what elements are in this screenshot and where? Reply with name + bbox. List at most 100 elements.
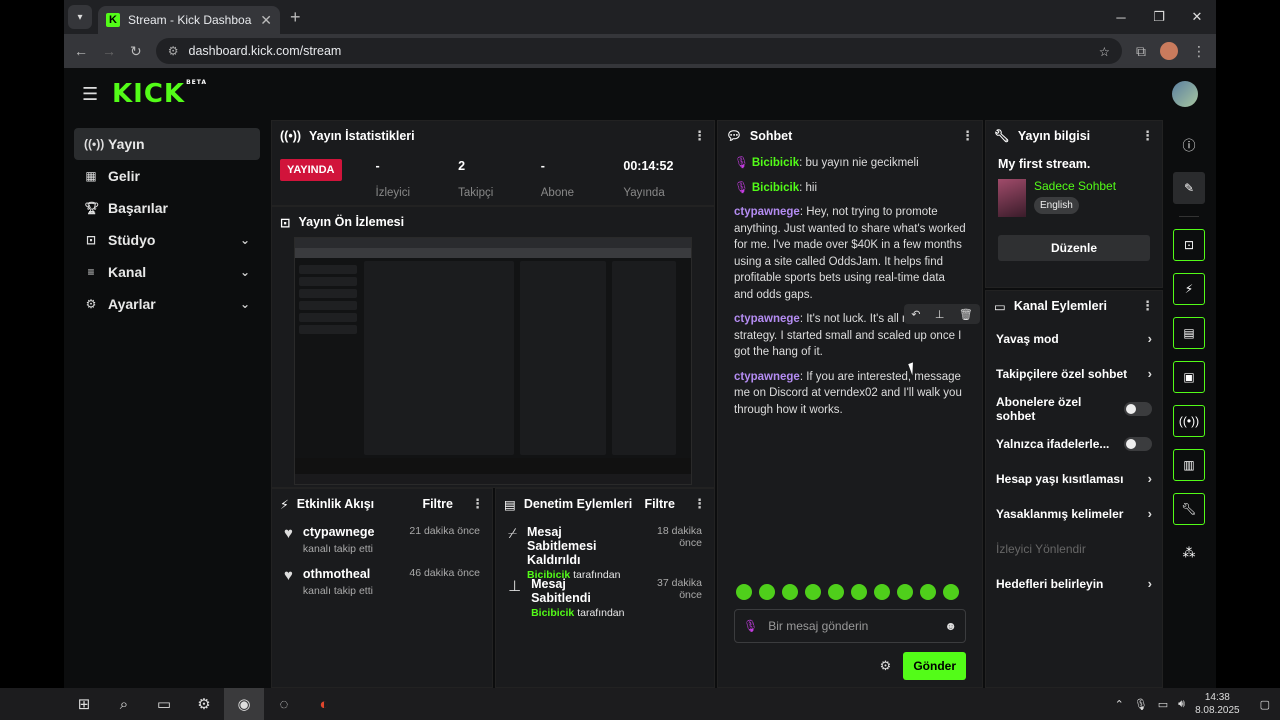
emote-icon[interactable] [828, 584, 844, 600]
layout-icon[interactable]: ▥ [1173, 449, 1205, 481]
profile-avatar[interactable] [1160, 42, 1178, 60]
emotes-only-toggle[interactable] [1124, 436, 1152, 451]
trash-icon[interactable]: 🗑︎ [959, 308, 973, 321]
document-icon[interactable]: ▤ [1173, 317, 1205, 349]
emote-icon[interactable] [874, 584, 890, 600]
more-options-icon[interactable]: ⋮ [693, 128, 706, 144]
chrome-icon[interactable]: ◉ [224, 688, 264, 720]
site-info-icon[interactable]: ⚙ [168, 44, 179, 58]
notifications-icon[interactable]: ▢ [1260, 698, 1270, 711]
emote-icon[interactable] [759, 584, 775, 600]
mic-icon[interactable]: 🎙︎ [1134, 698, 1148, 711]
action-label: İzleyici Yönlendir [996, 541, 1086, 556]
document-icon: ▤ [504, 497, 516, 512]
browser-menu-icon[interactable]: ⋮ [1192, 43, 1206, 60]
new-tab-icon[interactable]: + [290, 7, 301, 28]
more-options-icon[interactable]: ⋮ [1141, 298, 1154, 314]
browser-tab[interactable]: K Stream - Kick Dashboard ✕ [98, 6, 280, 34]
sidebar-item-kanal[interactable]: ≡ Kanal ⌄ [74, 256, 260, 288]
chat-username[interactable]: Bicibicik [752, 157, 799, 169]
gear-icon[interactable]: ⚙ [880, 658, 892, 674]
chat-username[interactable]: ctypawnege [734, 206, 800, 218]
more-apps-icon[interactable]: ⁂ [1173, 537, 1205, 569]
bolt-icon[interactable]: ⚡︎ [1173, 273, 1205, 305]
volume-icon[interactable]: 🔊︎ [1178, 698, 1185, 711]
sidebar-item-ayarlar[interactable]: ⚙ Ayarlar ⌄ [74, 288, 260, 320]
hamburger-menu-icon[interactable]: ☰ [82, 84, 112, 105]
app-icon[interactable]: ◐ [304, 688, 344, 720]
emoji-icon[interactable]: ☻ [944, 619, 957, 633]
url-field[interactable]: ⚙ dashboard.kick.com/stream ☆ [155, 38, 1122, 64]
filter-button[interactable]: Filtre [644, 497, 675, 511]
close-window-icon[interactable]: ✕ [1178, 0, 1216, 34]
clock[interactable]: 14:38 8.08.2025 [1195, 691, 1240, 717]
more-options-icon[interactable]: ⋮ [961, 128, 974, 144]
chat-username[interactable]: ctypawnege [734, 371, 800, 383]
obs-icon[interactable]: ◌ [264, 688, 304, 720]
more-options-icon[interactable]: ⋮ [693, 496, 706, 512]
restore-icon[interactable]: ❐ [1140, 0, 1178, 34]
stat-value: - [540, 159, 545, 173]
sidebar-item-basarilar[interactable]: 🏆︎ Başarılar [74, 192, 260, 224]
close-tab-icon[interactable]: ✕ [260, 12, 272, 29]
reload-icon[interactable]: ↻ [130, 43, 142, 60]
info-icon[interactable]: ⓘ [1173, 128, 1205, 160]
settings-icon[interactable]: ⚙ [184, 688, 224, 720]
filter-button[interactable]: Filtre [422, 497, 453, 511]
bookmark-star-icon[interactable]: ☆ [1099, 44, 1110, 59]
undo-icon[interactable]: ↶ [911, 308, 920, 321]
tray-expand-icon[interactable]: ⌃ [1115, 698, 1124, 711]
stat-uptime: 00:14:52 Yayında [623, 159, 706, 199]
forward-icon[interactable]: → [102, 43, 116, 59]
pin-icon[interactable]: ⊥ [935, 308, 945, 321]
sidebar-item-gelir[interactable]: ▦ Gelir [74, 160, 260, 192]
subscribers-only-toggle[interactable] [1124, 401, 1152, 416]
category-name[interactable]: Sadece Sohbet [1034, 179, 1116, 193]
chat-icon[interactable]: ▣ [1173, 361, 1205, 393]
emote-icon[interactable] [943, 584, 959, 600]
kick-logo[interactable]: KICKBETA [112, 79, 207, 109]
back-icon[interactable]: ← [74, 43, 88, 59]
file-explorer-icon[interactable]: ▭ [144, 688, 184, 720]
extensions-icon[interactable]: ⧉ [1136, 43, 1146, 60]
chat-username[interactable]: ctypawnege [734, 313, 800, 325]
emote-icon[interactable] [782, 584, 798, 600]
preview-chrome [295, 238, 691, 248]
windows-start-icon[interactable]: ⊞ [64, 688, 104, 720]
mod-user[interactable]: Bicibicik [531, 607, 574, 619]
action-set-goals[interactable]: Hedefleri belirleyin › [986, 566, 1162, 601]
trophy-icon: 🏆︎ [84, 201, 100, 215]
broadcast-icon[interactable]: ((•)) [1173, 405, 1205, 437]
edit-button[interactable]: Düzenle [998, 235, 1150, 261]
action-banned-words[interactable]: Yasaklanmış kelimeler › [986, 496, 1162, 531]
list-item: ♥ ctypawnege kanalı takip etti 21 dakika … [272, 519, 492, 561]
panel-title: Denetim Eylemleri [523, 497, 633, 511]
emote-icon[interactable] [736, 584, 752, 600]
stream-preview-video[interactable] [294, 237, 692, 485]
emote-icon[interactable] [920, 584, 936, 600]
minimize-icon[interactable]: ─ [1102, 0, 1140, 34]
wrench-icon[interactable]: 🔧︎ [1173, 493, 1205, 525]
chat-input[interactable]: 🎙︎ Bir mesaj gönderin ☻ [734, 609, 966, 643]
pencil-icon[interactable]: ✎ [1173, 172, 1205, 204]
sidebar-item-yayin[interactable]: ((•)) Yayın [74, 128, 260, 160]
user-avatar[interactable] [1172, 81, 1198, 107]
sidebar-item-studyo[interactable]: ⊡ Stüdyo ⌄ [74, 224, 260, 256]
emote-icon[interactable] [897, 584, 913, 600]
emote-icon[interactable] [805, 584, 821, 600]
more-options-icon[interactable]: ⋮ [1141, 128, 1154, 144]
search-icon[interactable]: ⌕ [104, 688, 144, 720]
chat-username[interactable]: Bicibicik [752, 182, 799, 194]
action-slow-mode[interactable]: Yavaş mod › [986, 321, 1162, 356]
emote-icon[interactable] [851, 584, 867, 600]
event-user[interactable]: ctypawnege [303, 525, 375, 539]
send-button[interactable]: Gönder [903, 652, 966, 680]
preview-toggle-icon[interactable]: ⊡ [1173, 229, 1205, 261]
action-followers-only[interactable]: Takipçilere özel sohbet › [986, 356, 1162, 391]
network-icon[interactable]: ▭ [1158, 698, 1168, 711]
more-options-icon[interactable]: ⋮ [471, 496, 484, 512]
heart-icon: ♥ [284, 567, 293, 584]
action-account-age[interactable]: Hesap yaşı kısıtlaması › [986, 461, 1162, 496]
tab-search-icon[interactable]: ▾ [68, 5, 92, 29]
event-user[interactable]: othmotheal [303, 567, 373, 581]
